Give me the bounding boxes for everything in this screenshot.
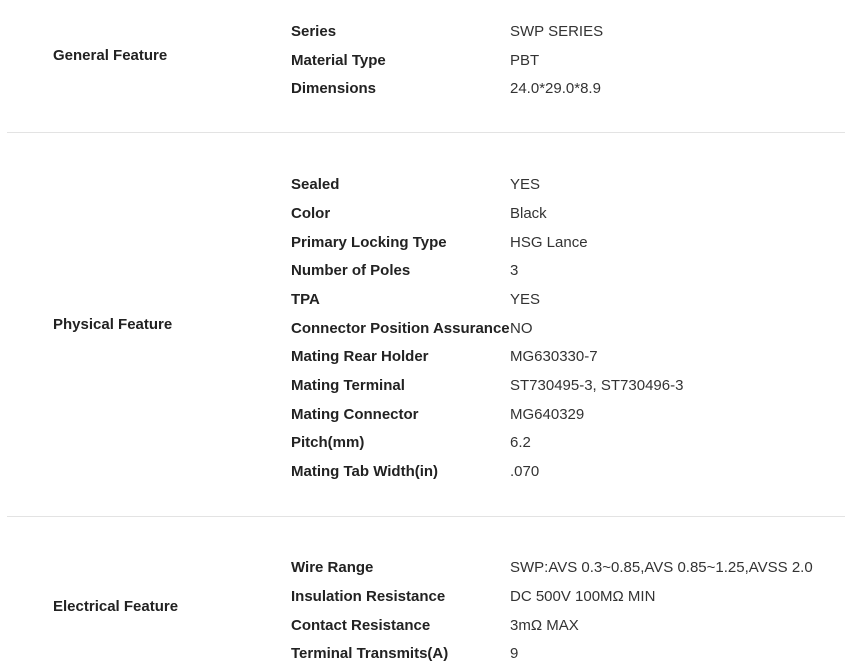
- spec-value: 24.0*29.0*8.9: [510, 80, 601, 97]
- spec-row: Terminal Transmits(A) 9: [0, 639, 845, 668]
- spec-row: Number of Poles 3: [0, 256, 845, 285]
- spec-row: Mating Rear Holder MG630330-7: [0, 342, 845, 371]
- spec-value: YES: [510, 291, 541, 308]
- spec-row: Connector Position Assurance NO: [0, 314, 845, 343]
- spec-value: PBT: [510, 52, 540, 69]
- spec-value: 6.2: [510, 434, 531, 451]
- spec-row: Mating Terminal ST730495-3, ST730496-3: [0, 371, 845, 400]
- spec-row: Dimensions 24.0*29.0*8.9: [0, 74, 845, 103]
- spec-value: MG630330-7: [510, 348, 598, 365]
- spec-value: 3mΩ MAX: [510, 617, 579, 634]
- spec-label: Mating Rear Holder: [291, 348, 429, 365]
- spec-row: Sealed YES: [0, 170, 845, 199]
- spec-label: Pitch(mm): [291, 434, 365, 451]
- spec-value: 9: [510, 645, 519, 662]
- spec-value: HSG Lance: [510, 234, 588, 251]
- spec-value: NO: [510, 320, 533, 337]
- spec-row: Contact Resistance 3mΩ MAX: [0, 611, 845, 640]
- spec-label: Wire Range: [291, 559, 374, 576]
- spec-label: Insulation Resistance: [291, 588, 446, 605]
- section-divider: [7, 516, 845, 517]
- spec-row: Series SWP SERIES: [0, 17, 845, 46]
- spec-row: Mating Connector MG640329: [0, 400, 845, 429]
- spec-label: Mating Terminal: [291, 377, 405, 394]
- spec-row: Material Type PBT: [0, 46, 845, 75]
- spec-value: SWP SERIES: [510, 23, 604, 40]
- spec-value: SWP:AVS 0.3~0.85,AVS 0.85~1.25,AVSS 2.0: [510, 559, 813, 576]
- spec-value: DC 500V 100MΩ MIN: [510, 588, 656, 605]
- spec-value: .070: [510, 463, 540, 480]
- spec-value: ST730495-3, ST730496-3: [510, 377, 684, 394]
- spec-value: MG640329: [510, 406, 585, 423]
- spec-label: Number of Poles: [291, 262, 411, 279]
- spec-row: TPA YES: [0, 285, 845, 314]
- spec-label: Terminal Transmits(A): [291, 645, 449, 662]
- spec-value: Black: [510, 205, 547, 222]
- spec-label: Mating Tab Width(in): [291, 463, 439, 480]
- spec-label: Sealed: [291, 176, 340, 193]
- spec-value: YES: [510, 176, 541, 193]
- spec-label: Material Type: [291, 52, 386, 69]
- spec-label: Contact Resistance: [291, 617, 431, 634]
- spec-label: Series: [291, 23, 337, 40]
- spec-label: Primary Locking Type: [291, 234, 447, 251]
- spec-value: 3: [510, 262, 519, 279]
- spec-row: Mating Tab Width(in) .070: [0, 457, 845, 486]
- spec-label: Connector Position Assurance: [291, 320, 510, 337]
- spec-label: Color: [291, 205, 331, 222]
- spec-label: TPA: [291, 291, 320, 308]
- spec-row: Insulation Resistance DC 500V 100MΩ MIN: [0, 582, 845, 611]
- spec-label: Dimensions: [291, 80, 377, 97]
- spec-row: Color Black: [0, 199, 845, 228]
- spec-label: Mating Connector: [291, 406, 419, 423]
- spec-row: Primary Locking Type HSG Lance: [0, 228, 845, 257]
- spec-row: Pitch(mm) 6.2: [0, 428, 845, 457]
- section-divider: [7, 132, 845, 133]
- spec-row: Wire Range SWP:AVS 0.3~0.85,AVS 0.85~1.2…: [0, 553, 845, 582]
